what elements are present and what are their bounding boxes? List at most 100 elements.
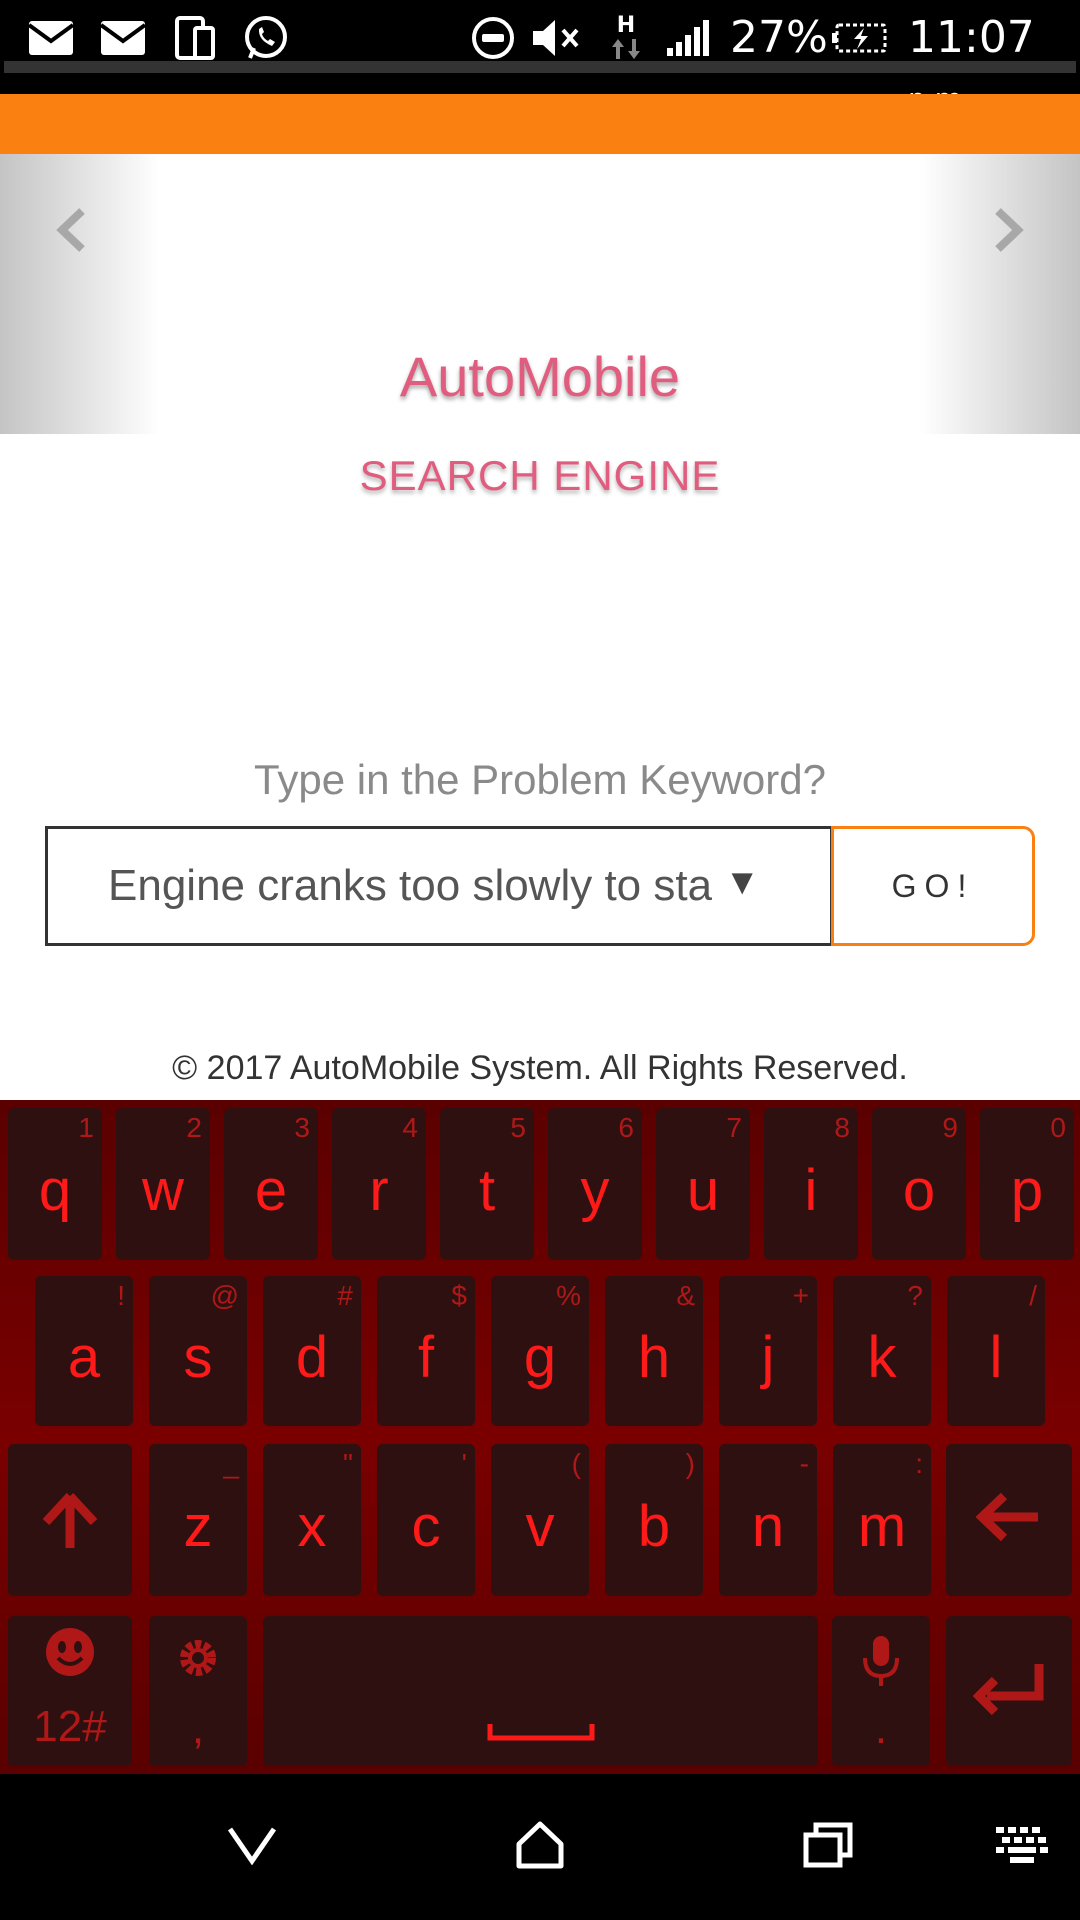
brand-subtitle: SEARCH ENGINE [359, 452, 721, 499]
key-i[interactable]: i8 [764, 1108, 858, 1260]
key-b[interactable]: b) [605, 1444, 703, 1596]
key-letter: q [38, 1158, 72, 1223]
key-letter: b [637, 1494, 671, 1559]
key-x[interactable]: x " [263, 1444, 361, 1596]
key-letter: e [254, 1158, 288, 1223]
backspace-key[interactable] [946, 1444, 1072, 1596]
key-r[interactable]: r4 [332, 1108, 426, 1260]
go-button[interactable]: GO! [831, 826, 1035, 946]
copyright-footer: © 2017 AutoMobile System. All Rights Res… [172, 1049, 908, 1087]
navigation-bar [0, 1774, 1080, 1920]
enter-key[interactable] [946, 1616, 1072, 1766]
key-hint: _ [223, 1448, 239, 1479]
status-bar: H 27% 11:07 p.m. [0, 0, 1080, 115]
key-hint: 3 [294, 1112, 310, 1143]
mail-icon [28, 14, 74, 62]
key-letter: y [580, 1158, 610, 1223]
key-hint: % [556, 1280, 581, 1311]
key-s[interactable]: s @ [149, 1276, 247, 1426]
key-a[interactable]: a! [35, 1276, 133, 1426]
chevron-right-icon[interactable] [984, 200, 1034, 260]
do-not-disturb-icon [470, 14, 516, 62]
key-letter: k [867, 1325, 897, 1390]
key-letter: n [751, 1494, 785, 1559]
key-hint: 4 [402, 1112, 418, 1143]
space-key[interactable] [263, 1616, 818, 1766]
key-letter: m [857, 1494, 907, 1559]
key-f[interactable]: f $ [377, 1276, 475, 1426]
key-letter: r [369, 1158, 389, 1223]
key-v[interactable]: v( [491, 1444, 589, 1596]
key-z[interactable]: z _ [149, 1444, 247, 1596]
key-letter: d [295, 1325, 329, 1390]
signal-icon [664, 14, 714, 62]
keyboard-switch-icon[interactable] [986, 1810, 1058, 1880]
key-e[interactable]: e3 [224, 1108, 318, 1260]
key-hint: $ [451, 1280, 467, 1311]
key-letter: p [1010, 1158, 1044, 1223]
recent-apps-icon[interactable] [788, 1810, 868, 1880]
key-letter: g [523, 1325, 557, 1390]
search-prompt: Type in the Problem Keyword? [254, 756, 826, 803]
key-hint: 1 [78, 1112, 94, 1143]
key-letter: a [67, 1325, 101, 1390]
mail-icon [100, 14, 146, 62]
mute-icon [530, 14, 584, 62]
devices-icon [172, 14, 218, 62]
key-letter: s [183, 1325, 213, 1390]
key-letter: t [478, 1158, 496, 1223]
key-l[interactable]: l / [947, 1276, 1045, 1426]
key-k[interactable]: k? [833, 1276, 931, 1426]
whatsapp-icon [240, 14, 292, 62]
key-hint: ! [117, 1280, 125, 1311]
key-g[interactable]: g% [491, 1276, 589, 1426]
emoji-symbols-key[interactable]: 12# [8, 1616, 132, 1766]
key-hint: 0 [1050, 1112, 1066, 1143]
enter-icon [946, 1660, 1072, 1725]
chevron-left-icon[interactable] [46, 200, 96, 260]
key-letter: v [525, 1494, 555, 1559]
key-letter: o [902, 1158, 936, 1223]
key-w[interactable]: w2 [116, 1108, 210, 1260]
key-hint: ( [571, 1448, 581, 1479]
key-letter: i [804, 1158, 818, 1223]
key-hint: 2 [186, 1112, 202, 1143]
back-chevron-icon[interactable] [212, 1810, 292, 1880]
key-hint: # [337, 1280, 353, 1311]
key-t[interactable]: t5 [440, 1108, 534, 1260]
period-label: . [874, 1704, 888, 1753]
spacebar-icon [263, 1722, 818, 1747]
key-p[interactable]: p0 [980, 1108, 1074, 1260]
brand-title: AutoMobile [399, 345, 681, 408]
shift-key[interactable] [8, 1444, 132, 1596]
search-form: Engine cranks too slowly to start ▼ GO! [45, 826, 1035, 946]
settings-comma-key[interactable]: , [149, 1616, 247, 1766]
key-hint: 7 [726, 1112, 742, 1143]
key-y[interactable]: y6 [548, 1108, 642, 1260]
key-hint: 8 [834, 1112, 850, 1143]
key-hint: + [792, 1280, 809, 1311]
key-d[interactable]: d # [263, 1276, 361, 1426]
key-hint: 6 [618, 1112, 634, 1143]
key-letter: z [183, 1494, 213, 1559]
key-hint: / [1029, 1280, 1037, 1311]
key-hint: - [799, 1448, 809, 1479]
key-j[interactable]: j + [719, 1276, 817, 1426]
key-o[interactable]: o9 [872, 1108, 966, 1260]
battery-percent: 27% [730, 12, 828, 63]
key-letter: x [297, 1494, 327, 1559]
key-hint: & [676, 1280, 695, 1311]
shift-icon [8, 1492, 132, 1555]
page-content: AutoMobile SEARCH ENGINE Type in the Pro… [0, 154, 1080, 1100]
key-c[interactable]: c ' [377, 1444, 475, 1596]
key-n[interactable]: n- [719, 1444, 817, 1596]
key-q[interactable]: q1 [8, 1108, 102, 1260]
network-type-label: H [616, 13, 636, 38]
voice-period-key[interactable]: . [832, 1616, 930, 1766]
problem-keyword-select[interactable]: Engine cranks too slowly to start ▼ [45, 826, 833, 946]
key-letter: l [989, 1325, 1003, 1390]
key-h[interactable]: h & [605, 1276, 703, 1426]
key-u[interactable]: u7 [656, 1108, 750, 1260]
home-icon[interactable] [500, 1810, 580, 1880]
key-m[interactable]: m: [833, 1444, 931, 1596]
